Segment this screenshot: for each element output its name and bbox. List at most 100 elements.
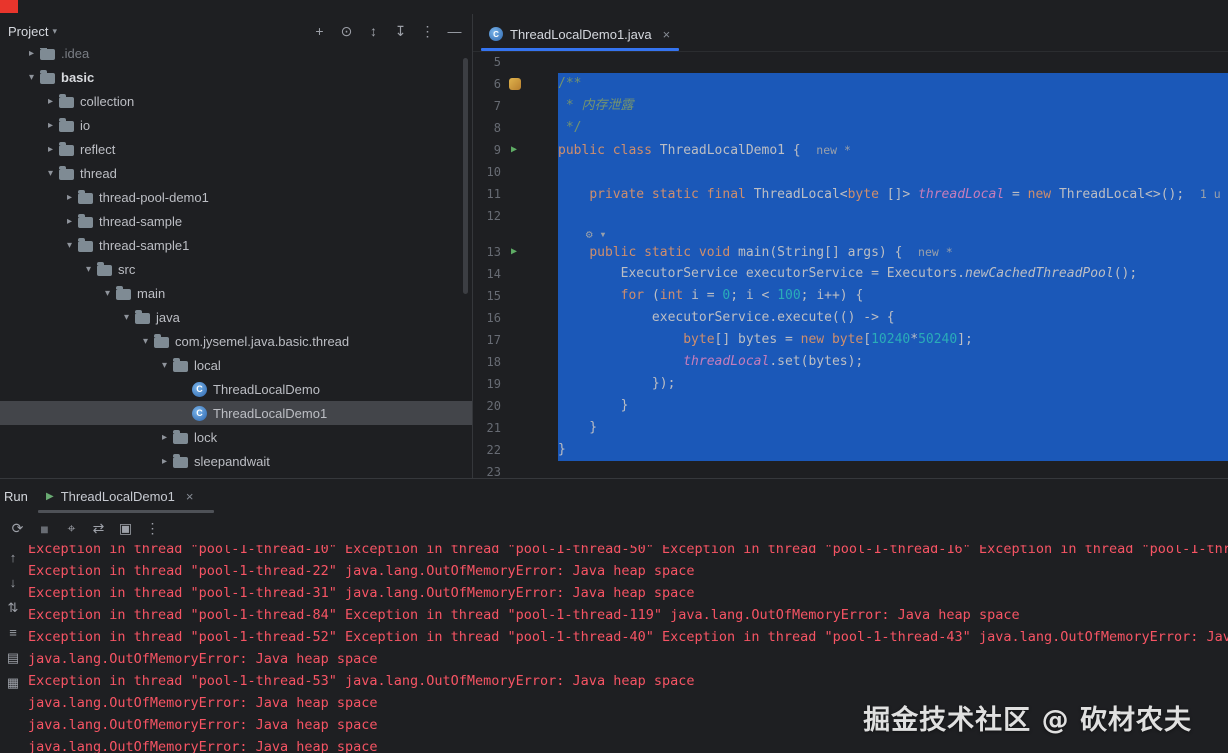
gutter[interactable]: 8 (473, 117, 558, 139)
run-gutter-icon[interactable]: ▶ (511, 241, 517, 263)
expand-all-icon[interactable]: ↕ (360, 23, 387, 39)
close-icon[interactable]: × (663, 27, 671, 42)
chevron-down-icon[interactable]: ▾ (23, 72, 40, 83)
tree-item-io[interactable]: ▸ io (0, 113, 472, 137)
gutter[interactable]: 11 (473, 183, 558, 205)
pin-tab-icon[interactable]: ▣ (112, 520, 139, 537)
gutter[interactable]: 23 (473, 461, 558, 478)
tree-item-sleepandwait[interactable]: ▸ sleepandwait (0, 449, 472, 473)
locate-file-icon[interactable]: ⊙ (333, 23, 360, 40)
gutter[interactable]: 14 (473, 263, 558, 285)
chevron-down-icon[interactable]: ▾ (42, 168, 59, 179)
gutter[interactable]: 5 (473, 51, 558, 73)
code-line[interactable]: 19 }); (473, 373, 1228, 395)
chevron-right-icon[interactable]: ▸ (42, 96, 59, 107)
bookmark-icon[interactable] (509, 78, 521, 90)
code-line[interactable]: 15 for (int i = 0; i < 100; i++) { (473, 285, 1228, 307)
project-scrollbar[interactable] (463, 58, 468, 294)
tree-item-thread[interactable]: ▾ thread (0, 161, 472, 185)
chevron-right-icon[interactable]: ▸ (42, 144, 59, 155)
chevron-right-icon[interactable]: ▸ (61, 216, 78, 227)
code-line[interactable]: 5 (473, 51, 1228, 73)
tree-item-main[interactable]: ▾ main (0, 281, 472, 305)
gutter[interactable]: 12 (473, 205, 558, 227)
gutter[interactable]: 19 (473, 373, 558, 395)
more-icon[interactable]: ⋮ (414, 23, 441, 40)
chevron-right-icon[interactable]: ▸ (23, 48, 40, 59)
up-stack-trace-icon[interactable]: ↑ (10, 545, 17, 570)
gutter[interactable]: 21 (473, 417, 558, 439)
code-line[interactable]: 18 threadLocal.set(bytes); (473, 351, 1228, 373)
editor-tab[interactable]: C ThreadLocalDemo1.java × (481, 20, 678, 48)
close-icon[interactable]: × (186, 489, 194, 504)
code-editor[interactable]: 5 6/** 7 * 内存泄露 8 */9 ▶ public class ThreadLo… (473, 51, 1228, 478)
add-icon[interactable]: + (306, 23, 333, 39)
tree-item-lock[interactable]: ▸ lock (0, 425, 472, 449)
gutter[interactable]: 13 ▶ (473, 241, 558, 263)
gutter[interactable]: 17 (473, 329, 558, 351)
chevron-down-icon[interactable]: ▾ (99, 288, 116, 299)
print-icon[interactable]: ▤ (7, 645, 19, 670)
code-line[interactable]: 22} (473, 439, 1228, 461)
tree-item-collection[interactable]: ▸ collection (0, 89, 472, 113)
chevron-right-icon[interactable]: ▸ (42, 120, 59, 131)
hide-panel-icon[interactable]: — (441, 23, 468, 39)
code-line[interactable]: 6 /** (473, 73, 1228, 95)
code-line[interactable]: 11 private static final ThreadLocal<byte… (473, 183, 1228, 205)
chevron-down-icon[interactable]: ▾ (118, 312, 135, 323)
tree-item-basic[interactable]: ▾ basic (0, 65, 472, 89)
tree-item-java[interactable]: ▾ java (0, 305, 472, 329)
gutter[interactable]: 7 (473, 95, 558, 117)
gutter[interactable]: 15 (473, 285, 558, 307)
tree-item-reflect[interactable]: ▸ reflect (0, 137, 472, 161)
chevron-right-icon[interactable]: ▸ (156, 456, 173, 467)
inlay-row[interactable]: ⚙ ▾ (473, 227, 1228, 241)
code-line[interactable]: 20 } (473, 395, 1228, 417)
chevron-down-icon[interactable]: ▾ (156, 360, 173, 371)
tree-item-ThreadLocalDemo[interactable]: C ThreadLocalDemo (0, 377, 472, 401)
run-title[interactable]: Run (4, 489, 28, 504)
chevron-down-icon[interactable]: ▾ (80, 264, 97, 275)
tree-item-com.jysemel.java.basic.thread[interactable]: ▾ com.jysemel.java.basic.thread (0, 329, 472, 353)
code-line[interactable]: 13 ▶ public static void main(String[] arg… (473, 241, 1228, 263)
soft-wrap-icon[interactable]: ⇅ (8, 595, 19, 620)
tree-item-thread-sample[interactable]: ▸ thread-sample (0, 209, 472, 233)
code-line[interactable]: 9 ▶ public class ThreadLocalDemo1 { new * (473, 139, 1228, 161)
tree-item-local[interactable]: ▾ local (0, 353, 472, 377)
tree-item-ThreadLocalDemo1[interactable]: C ThreadLocalDemo1 (0, 401, 472, 425)
run-gutter-icon[interactable]: ▶ (511, 139, 517, 161)
chevron-down-icon[interactable]: ▾ (137, 336, 154, 347)
gutter[interactable]: 9 ▶ (473, 139, 558, 161)
gutter[interactable]: 22 (473, 439, 558, 461)
restore-layout-icon[interactable]: ⇄ (85, 520, 112, 537)
tree-item-src[interactable]: ▾ src (0, 257, 472, 281)
code-line[interactable]: 14 ExecutorService executorService = Exe… (473, 263, 1228, 285)
tree-item-thread-sample1[interactable]: ▾ thread-sample1 (0, 233, 472, 257)
gutter[interactable]: 20 (473, 395, 558, 417)
thread-dump-icon[interactable]: ⌖ (58, 520, 85, 537)
rerun-icon[interactable]: ⟳ (4, 520, 31, 537)
collapse-all-icon[interactable]: ↧ (387, 23, 414, 40)
tree-item-thread-pool-demo1[interactable]: ▸ thread-pool-demo1 (0, 185, 472, 209)
code-line[interactable]: 7 * 内存泄露 (473, 95, 1228, 117)
gutter[interactable]: 18 (473, 351, 558, 373)
more-icon[interactable]: ⋮ (139, 520, 166, 537)
code-line[interactable]: 23 (473, 461, 1228, 478)
chevron-right-icon[interactable]: ▸ (61, 192, 78, 203)
code-line[interactable]: 17 byte[] bytes = new byte[10240*50240]; (473, 329, 1228, 351)
code-line[interactable]: 8 */ (473, 117, 1228, 139)
scroll-to-end-icon[interactable]: ≡ (9, 620, 17, 645)
code-line[interactable]: 10 (473, 161, 1228, 183)
gutter[interactable]: 6 (473, 73, 558, 95)
project-title[interactable]: Project (8, 24, 48, 39)
chevron-right-icon[interactable]: ▸ (156, 432, 173, 443)
code-line[interactable]: 16 executorService.execute(() -> { (473, 307, 1228, 329)
stop-icon[interactable]: ■ (31, 521, 58, 537)
chevron-down-icon[interactable]: ▾ (52, 26, 57, 37)
gutter[interactable]: 10 (473, 161, 558, 183)
code-line[interactable]: 21 } (473, 417, 1228, 439)
down-stack-trace-icon[interactable]: ↓ (10, 570, 17, 595)
code-line[interactable]: 12 (473, 205, 1228, 227)
chevron-down-icon[interactable]: ▾ (61, 240, 78, 251)
run-tab[interactable]: ▶ ThreadLocalDemo1 × (46, 479, 193, 513)
